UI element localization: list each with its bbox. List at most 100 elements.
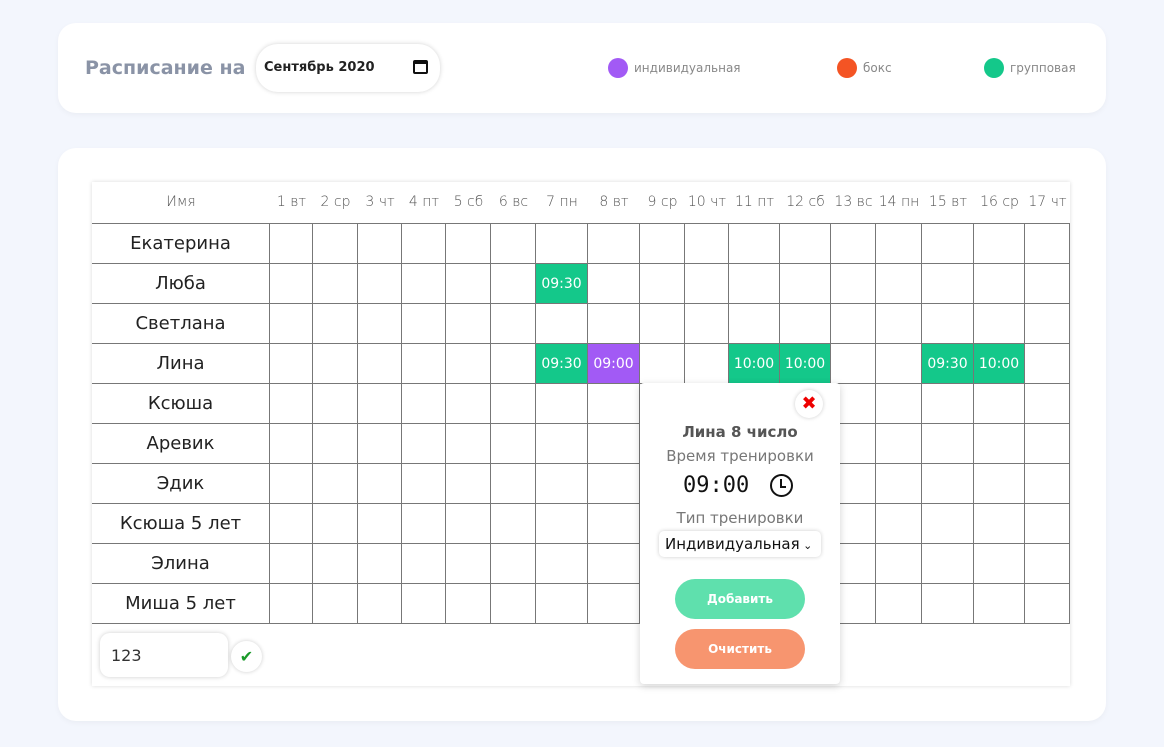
schedule-cell[interactable] [588, 584, 640, 624]
schedule-cell[interactable] [358, 424, 402, 464]
schedule-cell[interactable] [876, 424, 922, 464]
schedule-cell[interactable] [313, 464, 358, 504]
schedule-cell[interactable] [313, 544, 358, 584]
schedule-cell[interactable] [640, 224, 685, 264]
schedule-cell[interactable] [536, 384, 588, 424]
schedule-cell[interactable] [780, 304, 831, 344]
schedule-cell[interactable] [876, 264, 922, 304]
schedule-cell[interactable] [270, 584, 313, 624]
schedule-cell[interactable] [270, 344, 313, 384]
schedule-cell[interactable] [640, 304, 685, 344]
schedule-cell[interactable] [446, 544, 491, 584]
schedule-cell[interactable] [974, 224, 1025, 264]
schedule-cell[interactable] [876, 584, 922, 624]
schedule-cell[interactable] [402, 264, 446, 304]
schedule-cell[interactable] [536, 504, 588, 544]
schedule-cell[interactable] [313, 584, 358, 624]
schedule-cell[interactable] [922, 584, 974, 624]
schedule-cell[interactable] [588, 544, 640, 584]
schedule-cell[interactable] [780, 224, 831, 264]
schedule-cell[interactable] [402, 344, 446, 384]
schedule-cell[interactable] [270, 264, 313, 304]
schedule-cell[interactable] [1025, 384, 1070, 424]
schedule-cell[interactable] [974, 264, 1025, 304]
schedule-cell[interactable] [640, 344, 685, 384]
schedule-cell[interactable] [358, 384, 402, 424]
schedule-cell[interactable] [313, 504, 358, 544]
schedule-cell[interactable] [358, 304, 402, 344]
schedule-cell[interactable] [922, 224, 974, 264]
time-input[interactable]: 09:00 [683, 473, 749, 498]
schedule-cell[interactable] [922, 424, 974, 464]
schedule-cell[interactable]: 10:00 [974, 344, 1025, 384]
schedule-cell[interactable] [922, 464, 974, 504]
clear-button[interactable]: Очистить [675, 629, 805, 669]
schedule-cell[interactable] [402, 224, 446, 264]
schedule-cell[interactable] [536, 424, 588, 464]
schedule-cell[interactable] [974, 384, 1025, 424]
schedule-cell[interactable] [1025, 584, 1070, 624]
schedule-cell[interactable] [491, 224, 536, 264]
schedule-cell[interactable] [1025, 344, 1070, 384]
schedule-cell[interactable]: 10:00 [780, 344, 831, 384]
schedule-cell[interactable]: 10:00 [729, 344, 780, 384]
schedule-cell[interactable]: 09:30 [536, 344, 588, 384]
schedule-cell[interactable] [270, 384, 313, 424]
schedule-cell[interactable] [313, 424, 358, 464]
schedule-cell[interactable] [876, 224, 922, 264]
schedule-cell[interactable] [446, 384, 491, 424]
schedule-cell[interactable] [491, 264, 536, 304]
schedule-cell[interactable] [685, 304, 729, 344]
schedule-cell[interactable] [876, 544, 922, 584]
schedule-cell[interactable] [313, 344, 358, 384]
schedule-cell[interactable] [402, 464, 446, 504]
schedule-cell[interactable] [974, 304, 1025, 344]
schedule-cell[interactable] [1025, 264, 1070, 304]
schedule-cell[interactable] [876, 504, 922, 544]
schedule-cell[interactable] [1025, 224, 1070, 264]
schedule-cell[interactable] [402, 584, 446, 624]
schedule-cell[interactable] [588, 304, 640, 344]
schedule-cell[interactable] [491, 584, 536, 624]
schedule-cell[interactable] [588, 224, 640, 264]
schedule-cell[interactable] [640, 264, 685, 304]
schedule-cell[interactable] [831, 304, 876, 344]
schedule-cell[interactable] [402, 424, 446, 464]
schedule-cell[interactable] [974, 544, 1025, 584]
schedule-cell[interactable] [974, 464, 1025, 504]
schedule-cell[interactable] [491, 504, 536, 544]
schedule-cell[interactable] [588, 264, 640, 304]
schedule-cell[interactable] [491, 304, 536, 344]
schedule-cell[interactable] [402, 544, 446, 584]
schedule-cell[interactable] [729, 264, 780, 304]
schedule-cell[interactable] [358, 504, 402, 544]
schedule-cell[interactable] [876, 384, 922, 424]
schedule-cell[interactable] [685, 264, 729, 304]
schedule-cell[interactable] [270, 464, 313, 504]
schedule-cell[interactable] [831, 344, 876, 384]
schedule-cell[interactable] [588, 384, 640, 424]
schedule-cell[interactable] [922, 384, 974, 424]
schedule-cell[interactable] [729, 224, 780, 264]
schedule-cell[interactable] [588, 464, 640, 504]
schedule-cell[interactable] [491, 344, 536, 384]
schedule-cell[interactable] [358, 584, 402, 624]
schedule-cell[interactable] [270, 424, 313, 464]
schedule-cell[interactable] [446, 464, 491, 504]
schedule-cell[interactable] [536, 224, 588, 264]
schedule-cell[interactable] [313, 264, 358, 304]
schedule-cell[interactable] [270, 304, 313, 344]
schedule-cell[interactable] [1025, 464, 1070, 504]
schedule-cell[interactable]: 09:00 [588, 344, 640, 384]
schedule-cell[interactable] [1025, 424, 1070, 464]
schedule-cell[interactable]: 09:30 [536, 264, 588, 304]
schedule-cell[interactable] [831, 224, 876, 264]
schedule-cell[interactable] [974, 424, 1025, 464]
schedule-cell[interactable] [491, 544, 536, 584]
schedule-cell[interactable] [446, 224, 491, 264]
schedule-cell[interactable] [313, 304, 358, 344]
schedule-cell[interactable] [1025, 544, 1070, 584]
schedule-cell[interactable] [922, 544, 974, 584]
schedule-cell[interactable] [402, 384, 446, 424]
schedule-cell[interactable] [313, 224, 358, 264]
